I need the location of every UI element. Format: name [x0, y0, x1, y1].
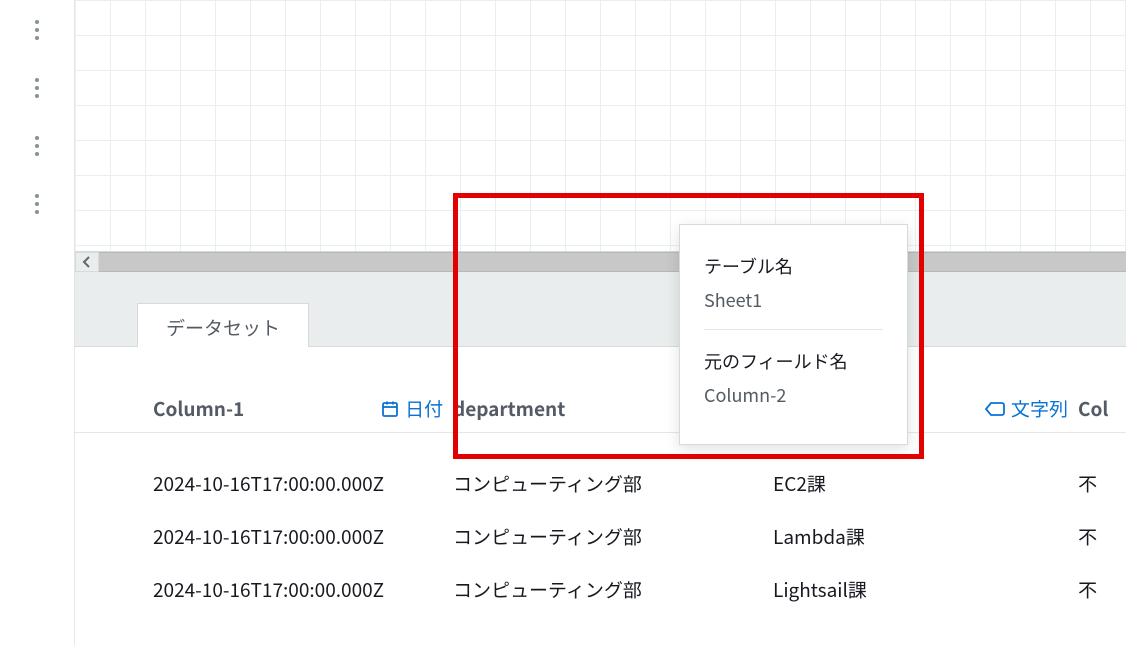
- cell: 2024-10-16T17:00:00.000Z: [153, 523, 453, 550]
- scroll-left-button[interactable]: [75, 252, 99, 272]
- field-info-tooltip: テーブル名 Sheet1 元のフィールド名 Column-2: [679, 224, 908, 445]
- column-header[interactable]: Column-1 日付: [153, 395, 453, 422]
- left-sidebar: [0, 0, 75, 645]
- tooltip-table-label: テーブル名: [704, 253, 883, 279]
- drag-handle-icon[interactable]: [27, 194, 47, 214]
- cell: 不: [1078, 470, 1126, 497]
- cell: 2024-10-16T17:00:00.000Z: [153, 470, 453, 497]
- data-rows: 2024-10-16T17:00:00.000Z コンピューティング部 EC2課…: [75, 433, 1126, 616]
- column-headers-row: Column-1 日付 department: [75, 385, 1126, 433]
- cell: 不: [1078, 576, 1126, 603]
- horizontal-scrollbar[interactable]: [99, 252, 1126, 272]
- tooltip-origfield-label: 元のフィールド名: [704, 348, 883, 374]
- cell: 不: [1078, 523, 1126, 550]
- chevron-left-icon: [82, 256, 92, 268]
- cell: Lightsail課: [773, 576, 1078, 603]
- data-preview: Column-1 日付 department: [75, 347, 1126, 645]
- tag-icon: [985, 401, 1005, 417]
- cell: コンピューティング部: [453, 470, 773, 497]
- tooltip-table-value: Sheet1: [704, 287, 883, 313]
- cell: EC2課: [773, 470, 1078, 497]
- column-type-badge[interactable]: 文字列: [985, 395, 1068, 422]
- tab-strip: データセット: [75, 272, 1126, 347]
- calendar-icon: [381, 400, 399, 418]
- column-name: Col: [1078, 395, 1108, 422]
- tooltip-origfield-value: Column-2: [704, 382, 883, 408]
- column-type-label: 文字列: [1011, 395, 1068, 422]
- cell: コンピューティング部: [453, 576, 773, 603]
- column-type-badge[interactable]: 日付: [381, 395, 443, 422]
- table-row: 2024-10-16T17:00:00.000Z コンピューティング部 Lamb…: [153, 510, 1126, 563]
- canvas-grid[interactable]: [75, 0, 1126, 252]
- drag-handle-icon[interactable]: [27, 78, 47, 98]
- cell: 2024-10-16T17:00:00.000Z: [153, 576, 453, 603]
- cell: コンピューティング部: [453, 523, 773, 550]
- table-row: 2024-10-16T17:00:00.000Z コンピューティング部 Ligh…: [153, 563, 1126, 616]
- column-name: department: [453, 395, 565, 422]
- cell: Lambda課: [773, 523, 1078, 550]
- column-header[interactable]: Col: [1078, 395, 1108, 422]
- column-name: Column-1: [153, 395, 244, 422]
- table-row: 2024-10-16T17:00:00.000Z コンピューティング部 EC2課…: [153, 457, 1126, 510]
- drag-handle-icon[interactable]: [27, 20, 47, 40]
- drag-handle-icon[interactable]: [27, 136, 47, 156]
- column-type-label: 日付: [405, 395, 443, 422]
